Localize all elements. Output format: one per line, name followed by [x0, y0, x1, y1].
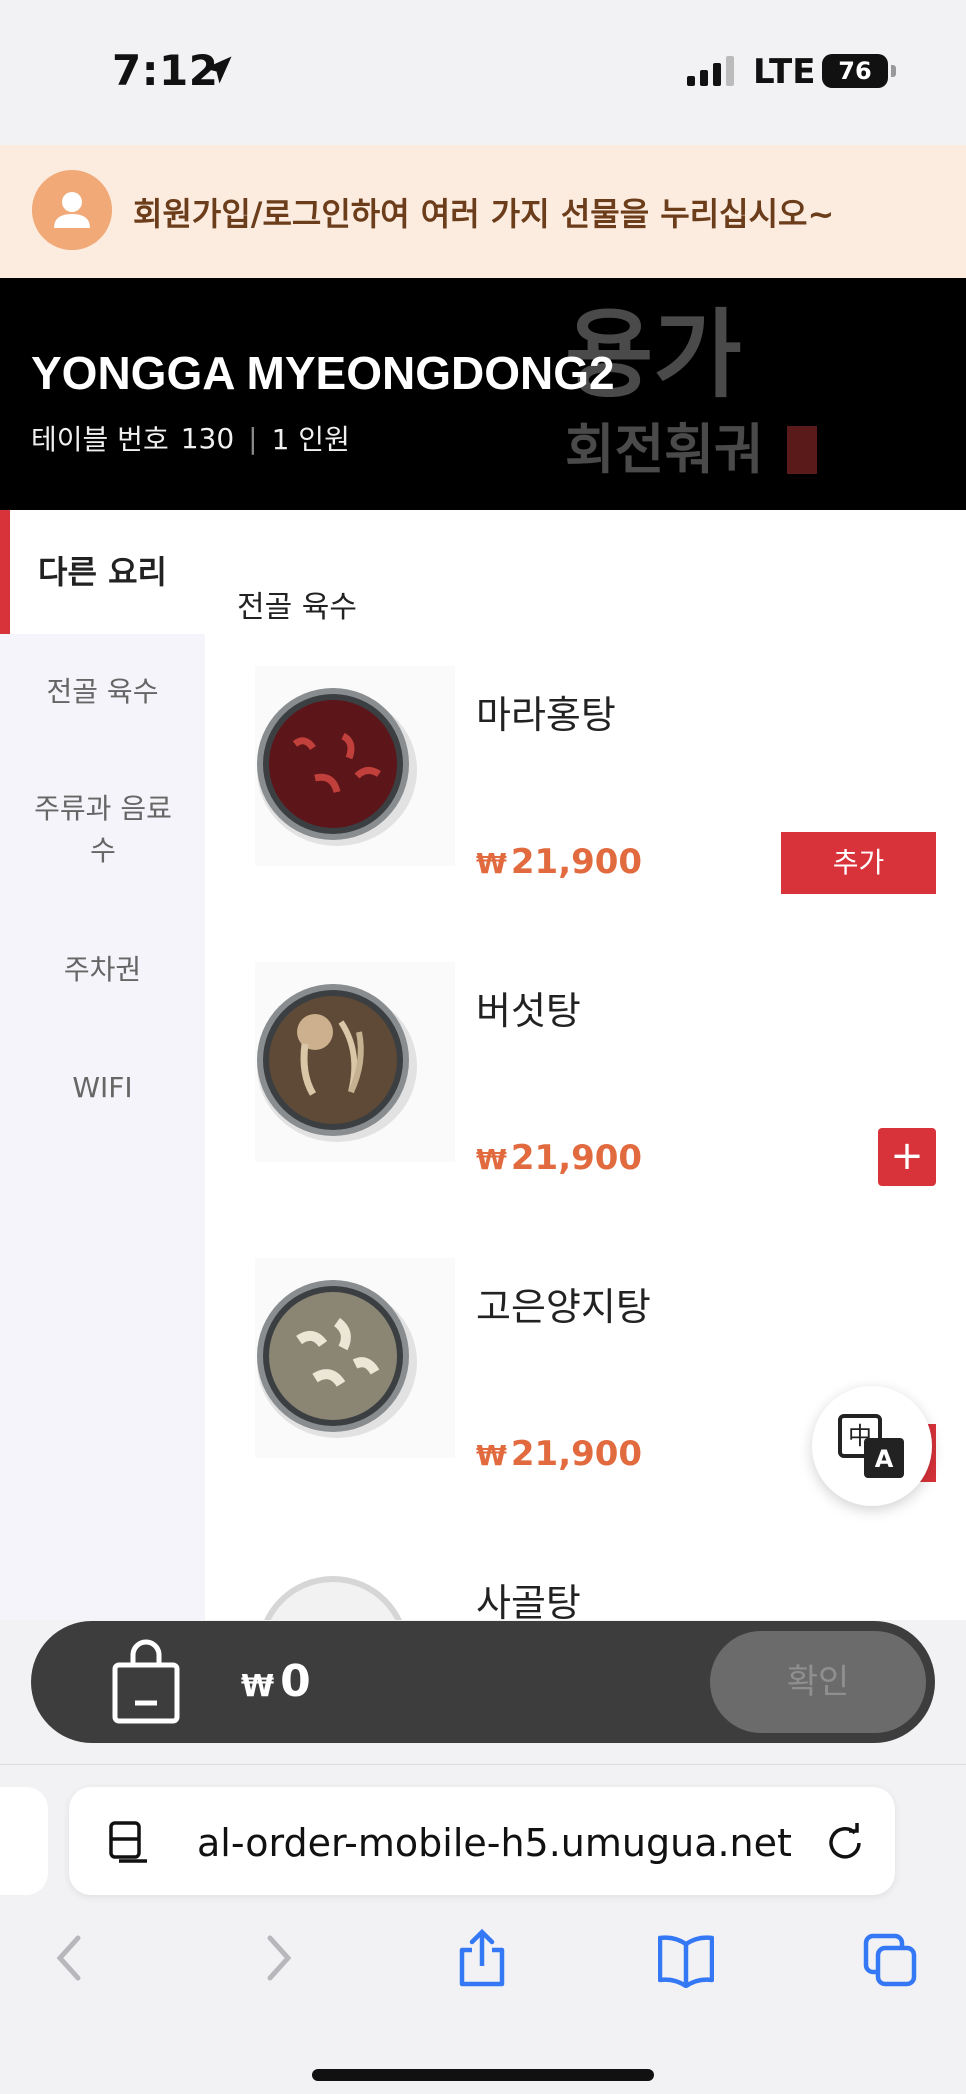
sidebar-item-label: 전골 육수: [46, 675, 159, 708]
forward-icon[interactable]: [250, 1928, 306, 1988]
mala-broth-image: [255, 666, 455, 866]
beef-brisket-broth-image: [255, 1258, 455, 1458]
store-header: 용가 회전훠궈 YONGGA MYEONGDONG2 테이블 번호 130 | …: [0, 278, 966, 510]
user-avatar-icon: [32, 170, 112, 250]
status-bar: 7:12 LTE 76: [0, 0, 966, 145]
currency-symbol: ₩: [241, 1669, 275, 1704]
cart-bar: ₩0 확인: [31, 1621, 935, 1743]
meta-divider: |: [248, 421, 258, 455]
tabs-icon[interactable]: [862, 1928, 918, 1988]
sidebar-item-label: WIFI: [72, 1071, 133, 1104]
url-text: al-order-mobile-h5.umugua.net: [197, 1821, 792, 1865]
share-icon[interactable]: [454, 1928, 510, 1988]
category-sidebar: 다른 요리 전골 육수 주류과 음료수 주차권 WIFI: [0, 510, 205, 1620]
sidebar-item-wifi[interactable]: WIFI: [0, 1066, 205, 1110]
menu-item-name: 마라홍탕: [476, 693, 616, 737]
menu-item-price: ₩21,900: [476, 1138, 642, 1178]
sidebar-item-parking[interactable]: 주차권: [0, 948, 205, 992]
table-info: 테이블 번호 130 | 1 인원: [31, 418, 350, 458]
reader-mode-icon[interactable]: [109, 1819, 149, 1863]
currency-symbol: ₩: [476, 1143, 507, 1176]
translate-icon: 中 A: [838, 1414, 904, 1478]
table-label: 테이블 번호: [31, 423, 169, 456]
menu-item-name: 버섯탕: [476, 989, 581, 1033]
sidebar-item-label: 주류과 음료수: [34, 792, 172, 867]
sidebar-item-other-dishes[interactable]: 다른 요리: [0, 510, 205, 634]
cart-total-value: 0: [280, 1656, 311, 1707]
confirm-button[interactable]: 확인: [710, 1631, 926, 1733]
cellular-signal-icon: [687, 56, 734, 86]
translate-button[interactable]: 中 A: [812, 1386, 932, 1506]
sidebar-item-label: 다른 요리: [38, 553, 167, 591]
address-bar[interactable]: al-order-mobile-h5.umugua.net: [69, 1787, 895, 1895]
menu-item[interactable]: 마라홍탕 ₩21,900 추가: [205, 666, 966, 962]
home-indicator: [312, 2069, 654, 2081]
sidebar-item-hotpot-broth[interactable]: 전골 육수: [0, 670, 205, 714]
battery-icon: 76: [822, 54, 896, 88]
shopping-bag-icon[interactable]: [111, 1639, 181, 1725]
menu-item-name: 사골탕: [476, 1581, 581, 1620]
cart-total: ₩0: [241, 1656, 311, 1707]
login-promo-banner[interactable]: 회원가입/로그인하여 여러 가지 선물을 누리십시오~: [0, 145, 966, 278]
sidebar-item-label: 주차권: [63, 953, 142, 986]
network-type: LTE: [753, 52, 816, 92]
table-number: 130: [180, 421, 235, 455]
plus-button[interactable]: +: [878, 1128, 936, 1186]
add-to-cart-button[interactable]: 추가: [781, 832, 936, 894]
bookmarks-icon[interactable]: [658, 1928, 714, 1988]
logo-subtext: 회전훠궈: [565, 418, 764, 481]
reload-icon[interactable]: [825, 1821, 865, 1861]
menu-item[interactable]: 버섯탕 ₩21,900 +: [205, 962, 966, 1258]
party-size: 1 인원: [271, 423, 350, 456]
browser-toolbar: al-order-mobile-h5.umugua.net: [0, 1764, 966, 2094]
price-value: 21,900: [510, 1434, 643, 1474]
menu-item[interactable]: 사골탕: [205, 1554, 966, 1620]
section-title: 전골 육수: [237, 590, 357, 625]
bone-broth-image: [264, 1576, 402, 1620]
currency-symbol: ₩: [476, 847, 507, 880]
price-value: 21,900: [510, 842, 643, 882]
store-name: YONGGA MYEONGDONG2: [31, 347, 615, 399]
menu-item-name: 고은양지탕: [476, 1285, 651, 1329]
back-icon[interactable]: [42, 1928, 98, 1988]
currency-symbol: ₩: [476, 1439, 507, 1472]
previous-tab-preview[interactable]: [0, 1787, 48, 1895]
svg-text:A: A: [875, 1445, 894, 1473]
location-arrow-icon: [204, 56, 232, 84]
menu-item-price: ₩21,900: [476, 1434, 642, 1474]
promo-text: 회원가입/로그인하여 여러 가지 선물을 누리십시오~: [133, 195, 835, 233]
price-value: 21,900: [510, 1138, 643, 1178]
sidebar-item-drinks[interactable]: 주류과 음료수: [28, 788, 178, 872]
menu-item-price: ₩21,900: [476, 842, 642, 882]
mushroom-broth-image: [255, 962, 455, 1162]
